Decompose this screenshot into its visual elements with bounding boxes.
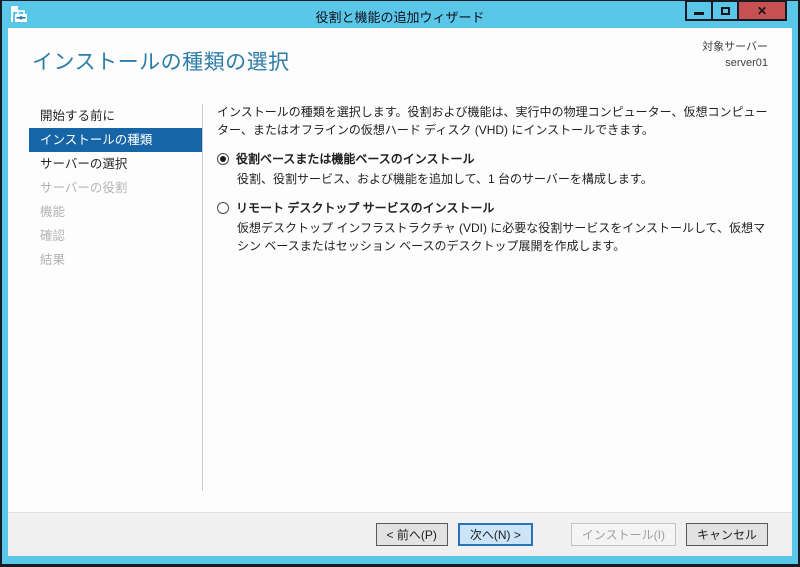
maximize-icon [721, 7, 730, 15]
wizard-window: 役割と機能の追加ウィザード ✕ インストールの種類の選択 対象サーバー serv… [2, 1, 798, 564]
option-rds: リモート デスクトップ サービスのインストール 仮想デスクトップ インフラストラ… [217, 201, 770, 255]
radio-role-based-icon[interactable] [217, 153, 229, 165]
close-icon: ✕ [757, 5, 767, 17]
option-rds-description: 仮想デスクトップ インフラストラクチャ (VDI) に必要な役割サービスをインス… [237, 219, 770, 255]
wizard-body: インストールの種類の選択 対象サーバー server01 開始する前に インスト… [8, 28, 792, 556]
step-server-roles: サーバーの役割 [29, 176, 202, 200]
step-results: 結果 [29, 248, 202, 272]
minimize-button[interactable] [685, 1, 713, 21]
window-controls: ✕ [687, 1, 787, 21]
button-bar: < 前へ(P) 次へ(N) > インストール(I) キャンセル [8, 512, 792, 556]
step-confirmation: 確認 [29, 224, 202, 248]
sidebar-divider [202, 104, 203, 491]
window-title: 役割と機能の追加ウィザード [2, 7, 798, 26]
option-role-based-description: 役割、役割サービス、および機能を追加して、1 台のサーバーを構成します。 [237, 170, 770, 188]
step-installation-type[interactable]: インストールの種類 [29, 128, 202, 152]
option-role-based: 役割ベースまたは機能ベースのインストール 役割、役割サービス、および機能を追加し… [217, 152, 770, 188]
minimize-icon [694, 12, 704, 15]
page-title: インストールの種類の選択 [32, 46, 290, 76]
step-features: 機能 [29, 200, 202, 224]
target-server-name: server01 [702, 56, 768, 72]
title-bar[interactable]: 役割と機能の追加ウィザード ✕ [2, 1, 798, 28]
option-role-based-choice[interactable]: 役割ベースまたは機能ベースのインストール [217, 152, 770, 167]
step-before-you-begin[interactable]: 開始する前に [29, 104, 202, 128]
back-button[interactable]: < 前へ(P) [376, 523, 448, 546]
target-server-label: 対象サーバー [702, 40, 768, 56]
radio-rds-icon[interactable] [217, 202, 229, 214]
pane-description: インストールの種類を選択します。役割および機能は、実行中の物理コンピューター、仮… [217, 103, 770, 139]
option-role-based-label: 役割ベースまたは機能ベースのインストール [236, 152, 475, 167]
close-button[interactable]: ✕ [737, 1, 787, 21]
step-server-selection[interactable]: サーバーの選択 [29, 152, 202, 176]
cancel-button[interactable]: キャンセル [686, 523, 768, 546]
wizard-steps: 開始する前に インストールの種類 サーバーの選択 サーバーの役割 機能 確認 結… [29, 104, 202, 272]
option-rds-label: リモート デスクトップ サービスのインストール [236, 201, 494, 216]
target-server: 対象サーバー server01 [702, 40, 768, 72]
maximize-button[interactable] [711, 1, 739, 21]
next-button[interactable]: 次へ(N) > [458, 523, 533, 546]
main-pane: インストールの種類を選択します。役割および機能は、実行中の物理コンピューター、仮… [217, 103, 770, 255]
option-rds-choice[interactable]: リモート デスクトップ サービスのインストール [217, 201, 770, 216]
install-button[interactable]: インストール(I) [571, 523, 676, 546]
